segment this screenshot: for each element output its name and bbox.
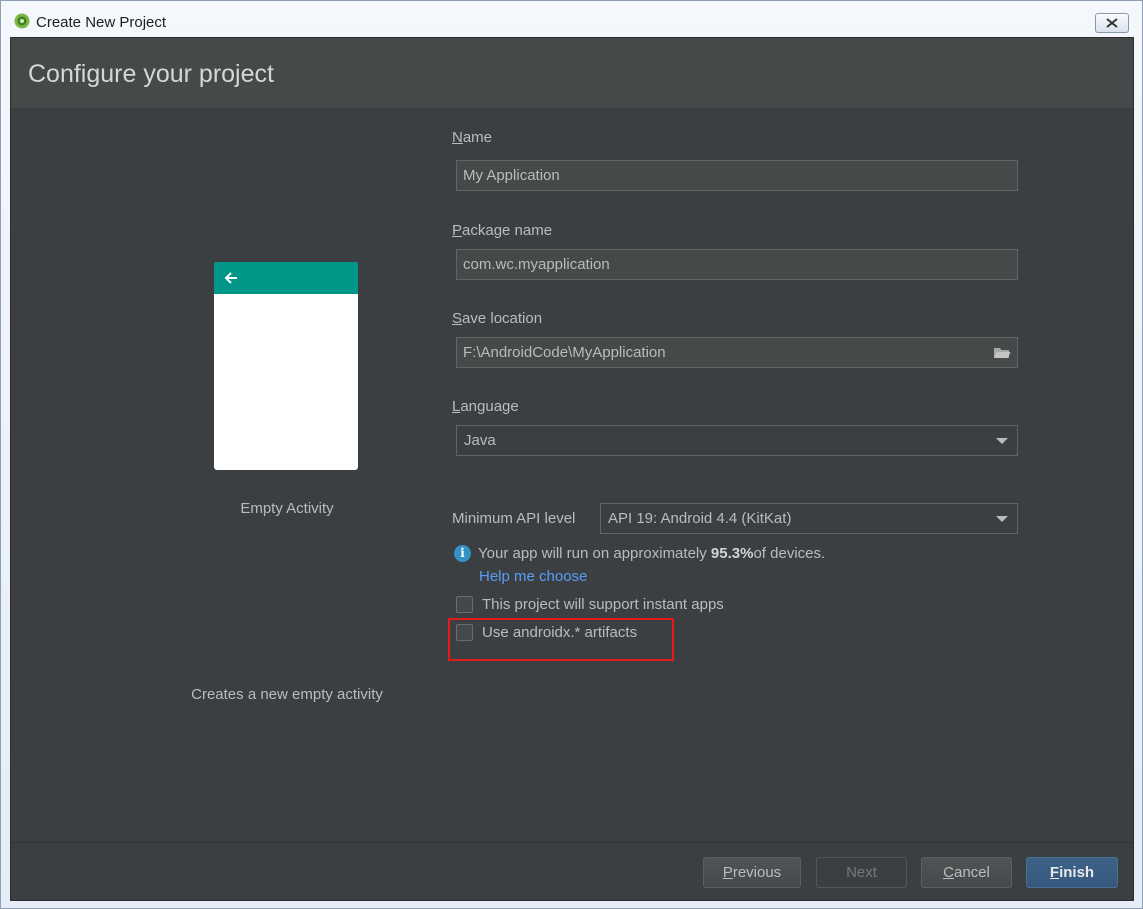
chevron-down-icon — [996, 438, 1008, 444]
title-bar[interactable]: Create New Project — [1, 1, 1142, 37]
min-api-label: Minimum API level — [452, 510, 576, 527]
close-icon — [1106, 18, 1118, 28]
save-location-field[interactable]: F:\AndroidCode\MyApplication — [456, 337, 1018, 368]
window-title: Create New Project — [36, 14, 167, 31]
instant-apps-checkbox-row[interactable]: This project will support instant apps — [456, 594, 724, 614]
page-header: Configure your project — [11, 38, 1133, 108]
dialog-content: Configure your project Empty Activity Cr… — [10, 37, 1134, 901]
previous-button[interactable]: Previous — [703, 857, 801, 888]
template-name: Empty Activity — [240, 500, 334, 517]
package-name-label: Package name — [452, 222, 553, 239]
footer-divider — [11, 842, 1133, 843]
folder-browse-icon[interactable] — [993, 345, 1011, 360]
package-name-field[interactable]: com.wc.myapplication — [456, 249, 1018, 280]
language-label: Language — [452, 398, 519, 415]
back-arrow-icon — [224, 272, 237, 284]
template-description: Creates a new empty activity — [191, 686, 383, 703]
cancel-button[interactable]: Cancel — [921, 857, 1012, 888]
android-studio-icon — [14, 13, 30, 29]
name-field[interactable]: My Application — [456, 160, 1018, 191]
name-label: Name — [452, 129, 493, 146]
preview-app-bar — [214, 262, 358, 294]
chevron-down-icon — [996, 516, 1008, 522]
help-me-choose-link[interactable]: Help me choose — [479, 568, 587, 585]
info-icon: i — [454, 544, 471, 562]
close-button[interactable] — [1095, 13, 1129, 33]
language-dropdown[interactable]: Java — [456, 425, 1018, 456]
device-coverage-info: i Your app will run on approximately 95.… — [454, 543, 825, 563]
instant-apps-label: This project will support instant apps — [482, 595, 724, 613]
save-location-label: Save location — [452, 310, 543, 327]
activity-preview — [214, 262, 358, 470]
finish-button[interactable]: Finish — [1026, 857, 1118, 888]
min-api-dropdown[interactable]: API 19: Android 4.4 (KitKat) — [600, 503, 1018, 534]
page-title: Configure your project — [28, 60, 274, 88]
annotation-highlight-box — [448, 618, 674, 661]
dialog-window: Create New Project Configure your projec… — [0, 0, 1143, 909]
instant-apps-checkbox[interactable] — [456, 595, 473, 613]
next-button[interactable]: Next — [816, 857, 907, 888]
